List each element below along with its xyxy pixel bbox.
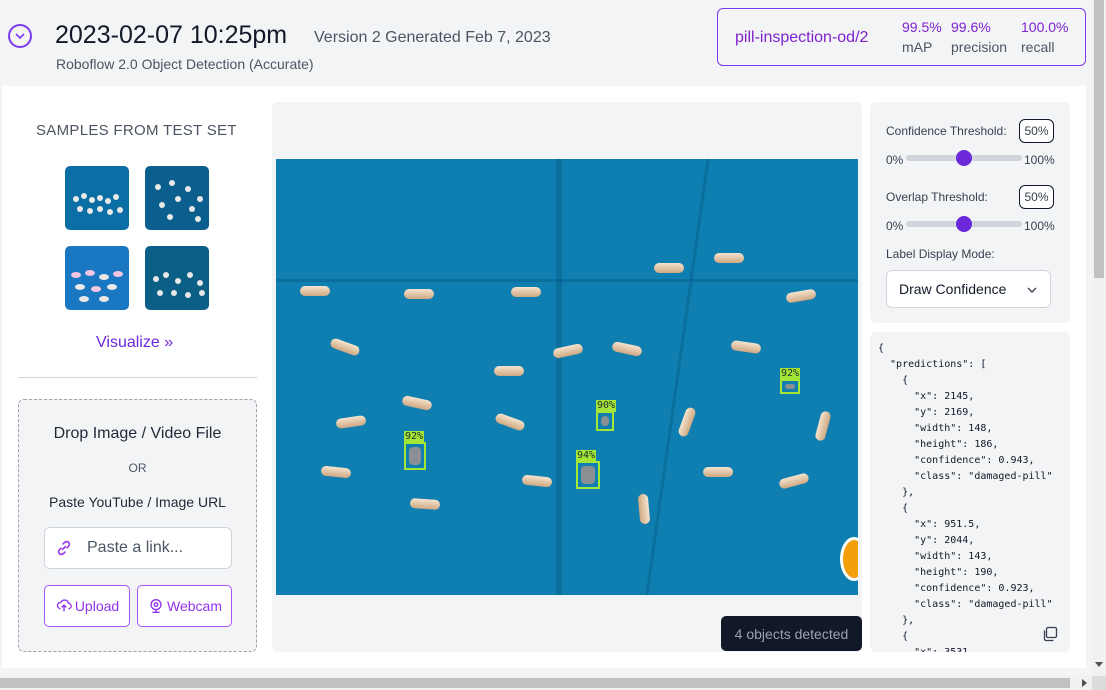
vertical-scrollbar-thumb[interactable]: [1094, 0, 1104, 278]
paste-title: Paste YouTube / Image URL: [49, 494, 226, 510]
chevron-down-icon: [1027, 287, 1037, 293]
label-mode-label: Label Display Mode:: [886, 247, 995, 261]
inference-image: 92% 94% 90% 92%: [276, 159, 858, 595]
detection-label: 92%: [404, 431, 425, 443]
label-mode-value: Draw Confidence: [899, 281, 1007, 297]
webcam-icon: [150, 599, 162, 613]
collapse-toggle-button[interactable]: [8, 24, 32, 48]
slider-min-label: 0%: [886, 219, 904, 233]
upload-label: Upload: [74, 598, 120, 614]
sample-thumbnail[interactable]: [145, 246, 209, 310]
page-title: 2023-02-07 10:25pm: [55, 21, 288, 49]
confidence-threshold-label: Confidence Threshold:: [886, 124, 1007, 138]
overlap-threshold-label: Overlap Threshold:: [886, 190, 988, 204]
scroll-down-arrow-icon[interactable]: [1095, 660, 1103, 668]
threshold-controls: Confidence Threshold: 50% 0% 100% Overla…: [870, 102, 1070, 323]
detection-box: 90%: [596, 400, 617, 431]
detection-box: 94%: [576, 450, 600, 489]
metrics-card: pill-inspection-od/2 99.5% mAP 99.6% pre…: [717, 8, 1086, 66]
link-input-container: [44, 527, 232, 569]
chevron-down-icon: [15, 33, 25, 40]
metric-value: 99.5%: [902, 19, 942, 35]
label-mode-select[interactable]: Draw Confidence: [886, 270, 1051, 308]
metric-precision: 99.6% precision: [951, 19, 1007, 55]
link-input[interactable]: [87, 536, 227, 560]
model-type: Roboflow 2.0 Object Detection (Accurate): [56, 56, 314, 72]
json-output: { "predictions": [ { "x": 2145, "y": 216…: [878, 343, 1053, 652]
sample-thumbnail[interactable]: [65, 166, 129, 230]
webcam-label: Webcam: [167, 598, 222, 614]
visualize-link[interactable]: Visualize »: [96, 334, 173, 352]
overlap-slider[interactable]: [906, 216, 1022, 232]
metric-value: 100.0%: [1021, 19, 1069, 35]
confidence-slider-handle[interactable]: [956, 150, 972, 166]
drop-title: Drop Image / Video File: [53, 425, 222, 442]
metric-recall: 100.0% recall: [1021, 19, 1068, 55]
or-separator: OR: [128, 461, 147, 475]
detection-box: 92%: [404, 431, 426, 470]
sticker-decoration: [840, 537, 858, 581]
file-dropzone[interactable]: Drop Image / Video File OR Paste YouTube…: [18, 399, 257, 652]
detection-box: 92%: [780, 368, 801, 394]
upload-button[interactable]: Upload: [44, 585, 130, 627]
model-id[interactable]: pill-inspection-od/2: [735, 29, 868, 47]
main-panel: SAMPLES FROM TEST SET Visualize » Drop I…: [2, 86, 1086, 668]
copy-icon[interactable]: [1042, 626, 1058, 642]
scroll-right-arrow-icon[interactable]: [1080, 679, 1088, 687]
overlap-threshold-value: 50%: [1019, 185, 1054, 209]
overlap-slider-handle[interactable]: [956, 216, 972, 232]
header: 2023-02-07 10:25pm Version 2 Generated F…: [0, 0, 1092, 85]
upload-icon: [56, 599, 72, 612]
divider: [18, 377, 257, 378]
slider-max-label: 100%: [1024, 219, 1055, 233]
sample-thumbnail[interactable]: [145, 166, 209, 230]
metric-label: mAP: [902, 39, 933, 55]
horizontal-scrollbar-thumb[interactable]: [0, 678, 1070, 688]
metric-label: precision: [951, 39, 1008, 55]
sample-thumbnail[interactable]: [65, 246, 129, 310]
image-panel: 92% 94% 90% 92% 4 objects detected: [272, 102, 862, 652]
slider-max-label: 100%: [1024, 153, 1055, 167]
link-icon: [57, 540, 71, 556]
metric-label: recall: [1021, 39, 1055, 55]
webcam-button[interactable]: Webcam: [137, 585, 232, 627]
scrollbar-corner: [1092, 676, 1106, 690]
detection-label: 90%: [596, 400, 617, 412]
confidence-slider[interactable]: [906, 150, 1022, 166]
version-info: Version 2 Generated Feb 7, 2023: [314, 29, 551, 46]
objects-detected-badge: 4 objects detected: [721, 616, 862, 651]
vertical-scrollbar[interactable]: [1092, 0, 1106, 676]
detection-label: 94%: [576, 450, 597, 462]
confidence-threshold-value: 50%: [1019, 119, 1054, 143]
json-output-panel[interactable]: { "predictions": [ { "x": 2145, "y": 216…: [870, 332, 1070, 652]
samples-title: SAMPLES FROM TEST SET: [36, 122, 237, 139]
metric-map: 99.5% mAP: [902, 19, 942, 55]
detection-label: 92%: [780, 368, 801, 380]
slider-min-label: 0%: [886, 153, 904, 167]
horizontal-scrollbar[interactable]: [0, 676, 1092, 690]
metric-value: 99.6%: [951, 19, 991, 35]
